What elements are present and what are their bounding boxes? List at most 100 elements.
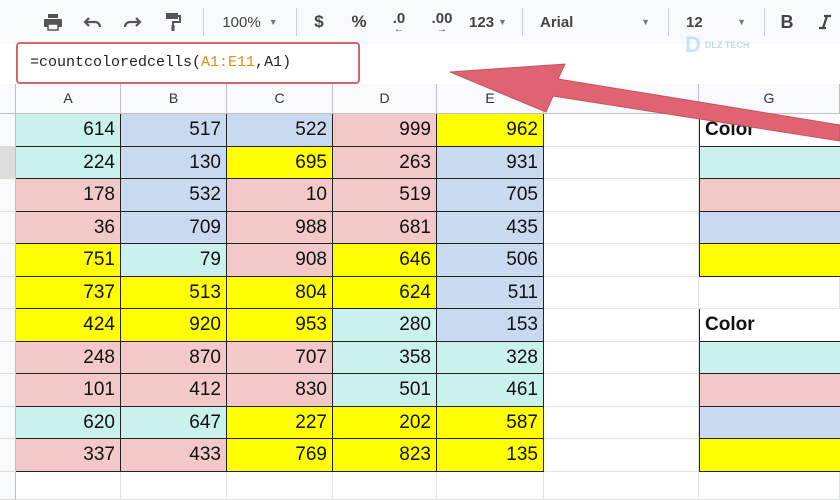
cell-f2[interactable] xyxy=(544,146,699,179)
column-header-f[interactable]: F xyxy=(544,84,699,114)
cell-e1[interactable]: 962 xyxy=(437,114,544,147)
cell-d6[interactable]: 624 xyxy=(333,276,437,309)
cell-d5[interactable]: 646 xyxy=(333,244,437,277)
cell-c4[interactable]: 988 xyxy=(227,211,333,244)
cell-a4[interactable]: 36 xyxy=(16,211,121,244)
row-header-3[interactable] xyxy=(0,179,16,212)
cell-e5[interactable]: 506 xyxy=(437,244,544,277)
cell-c10[interactable]: 227 xyxy=(227,406,333,439)
cell-b10[interactable]: 647 xyxy=(121,406,227,439)
cell-a12[interactable] xyxy=(16,471,121,500)
cell-d12[interactable] xyxy=(333,471,437,500)
cell-d8[interactable]: 358 xyxy=(333,341,437,374)
formula-input[interactable]: =countcoloredcells(A1:E11,A1) xyxy=(30,54,291,71)
cell-d7[interactable]: 280 xyxy=(333,309,437,342)
cell-a2[interactable]: 224 xyxy=(16,146,121,179)
column-header-e[interactable]: E xyxy=(437,84,544,114)
cell-a9[interactable]: 101 xyxy=(16,374,121,407)
cell-g7[interactable]: Color xyxy=(699,309,840,342)
column-header-g[interactable]: G xyxy=(699,84,840,114)
italic-button[interactable] xyxy=(812,0,838,44)
more-formats-button[interactable]: 123 ▼ xyxy=(464,0,512,44)
percent-format-button[interactable]: % xyxy=(346,0,372,44)
cell-f8[interactable] xyxy=(544,341,699,374)
cell-d9[interactable]: 501 xyxy=(333,374,437,407)
cell-g4[interactable] xyxy=(699,211,840,244)
cell-e6[interactable]: 511 xyxy=(437,276,544,309)
cell-e3[interactable]: 705 xyxy=(437,179,544,212)
cell-g12[interactable] xyxy=(699,471,840,500)
cell-e7[interactable]: 153 xyxy=(437,309,544,342)
cell-a7[interactable]: 424 xyxy=(16,309,121,342)
cell-a5[interactable]: 751 xyxy=(16,244,121,277)
cell-c7[interactable]: 953 xyxy=(227,309,333,342)
cell-b12[interactable] xyxy=(121,471,227,500)
cell-f12[interactable] xyxy=(544,471,699,500)
cell-d10[interactable]: 202 xyxy=(333,406,437,439)
decrease-decimal-button[interactable]: .0 ← xyxy=(382,0,416,44)
cell-b4[interactable]: 709 xyxy=(121,211,227,244)
cell-f11[interactable] xyxy=(544,439,699,472)
cell-d1[interactable]: 999 xyxy=(333,114,437,147)
zoom-select[interactable]: 100% ▼ xyxy=(212,0,288,44)
cell-c12[interactable] xyxy=(227,471,333,500)
row-header-9[interactable] xyxy=(0,374,16,407)
cell-e10[interactable]: 587 xyxy=(437,406,544,439)
cell-d11[interactable]: 823 xyxy=(333,439,437,472)
font-family-select[interactable]: Arial ▼ xyxy=(530,0,660,44)
print-button[interactable] xyxy=(38,0,68,44)
select-all-corner[interactable] xyxy=(0,84,16,114)
cell-d4[interactable]: 681 xyxy=(333,211,437,244)
cell-g11[interactable] xyxy=(699,439,840,472)
cell-c2[interactable]: 695 xyxy=(227,146,333,179)
cell-b5[interactable]: 79 xyxy=(121,244,227,277)
cell-c3[interactable]: 10 xyxy=(227,179,333,212)
cell-e9[interactable]: 461 xyxy=(437,374,544,407)
redo-button[interactable] xyxy=(117,0,147,44)
row-header-10[interactable] xyxy=(0,406,16,439)
cell-f3[interactable] xyxy=(544,179,699,212)
column-header-a[interactable]: A xyxy=(16,84,121,114)
row-header-5[interactable] xyxy=(0,244,16,277)
cell-b6[interactable]: 513 xyxy=(121,276,227,309)
column-header-d[interactable]: D xyxy=(333,84,437,114)
increase-decimal-button[interactable]: .00 → xyxy=(424,0,460,44)
cell-b1[interactable]: 517 xyxy=(121,114,227,147)
cell-f10[interactable] xyxy=(544,406,699,439)
row-header-7[interactable] xyxy=(0,309,16,342)
cell-f4[interactable] xyxy=(544,211,699,244)
cell-e8[interactable]: 328 xyxy=(437,341,544,374)
cell-c9[interactable]: 830 xyxy=(227,374,333,407)
column-header-c[interactable]: C xyxy=(227,84,333,114)
cell-b7[interactable]: 920 xyxy=(121,309,227,342)
cell-b11[interactable]: 433 xyxy=(121,439,227,472)
cell-b8[interactable]: 870 xyxy=(121,341,227,374)
cell-g2[interactable] xyxy=(699,146,840,179)
cell-c11[interactable]: 769 xyxy=(227,439,333,472)
cell-g3[interactable] xyxy=(699,179,840,212)
cell-g1[interactable]: Color xyxy=(699,114,840,147)
cell-a8[interactable]: 248 xyxy=(16,341,121,374)
paint-format-button[interactable] xyxy=(158,0,188,44)
undo-button[interactable] xyxy=(78,0,108,44)
cell-d3[interactable]: 519 xyxy=(333,179,437,212)
cell-f9[interactable] xyxy=(544,374,699,407)
cell-e11[interactable]: 135 xyxy=(437,439,544,472)
cell-f5[interactable] xyxy=(544,244,699,277)
cell-b3[interactable]: 532 xyxy=(121,179,227,212)
cell-a1[interactable]: 614 xyxy=(16,114,121,147)
cell-g6[interactable] xyxy=(699,276,840,309)
cell-b9[interactable]: 412 xyxy=(121,374,227,407)
cell-a3[interactable]: 178 xyxy=(16,179,121,212)
currency-format-button[interactable]: $ xyxy=(306,0,332,44)
column-header-b[interactable]: B xyxy=(121,84,227,114)
cell-g9[interactable] xyxy=(699,374,840,407)
cell-f1[interactable] xyxy=(544,114,699,147)
cell-a10[interactable]: 620 xyxy=(16,406,121,439)
row-header-8[interactable] xyxy=(0,341,16,374)
cell-d2[interactable]: 263 xyxy=(333,146,437,179)
row-header-1[interactable] xyxy=(0,114,16,147)
cell-c5[interactable]: 908 xyxy=(227,244,333,277)
cell-e12[interactable] xyxy=(437,471,544,500)
row-header-2[interactable] xyxy=(0,146,16,179)
